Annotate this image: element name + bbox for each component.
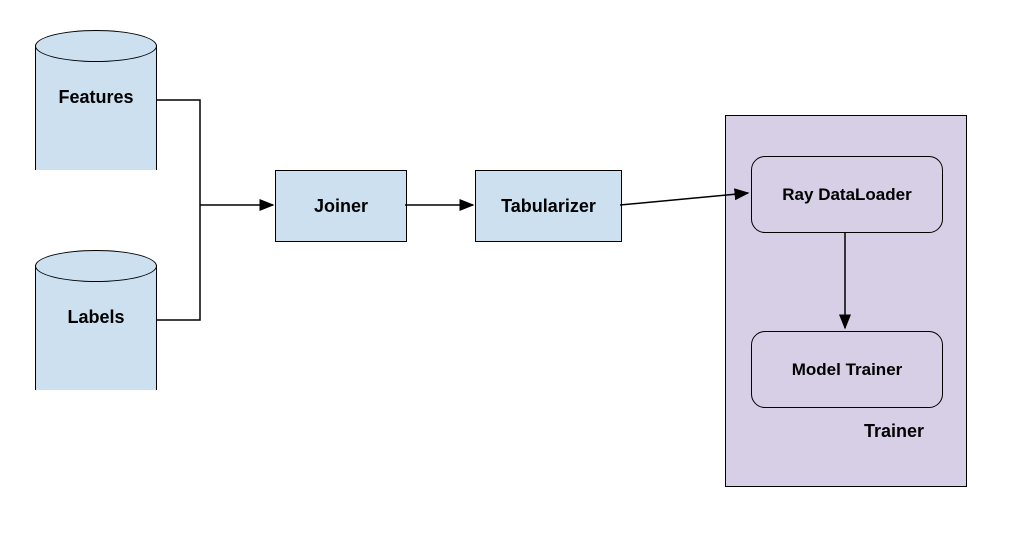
cylinder-top xyxy=(35,30,157,62)
edge-labels-junction xyxy=(157,205,200,320)
diagram-canvas: Features Labels Joiner Tabularizer Ray D… xyxy=(0,0,1024,533)
cylinder-body: Labels xyxy=(35,265,157,390)
labels-label: Labels xyxy=(67,307,124,328)
features-node: Features xyxy=(35,30,155,170)
joiner-node: Joiner xyxy=(275,170,407,242)
joiner-label: Joiner xyxy=(314,196,368,217)
dataloader-label: Ray DataLoader xyxy=(782,185,911,205)
trainer-container: Ray DataLoader Model Trainer Trainer xyxy=(725,115,967,487)
cylinder-top xyxy=(35,250,157,282)
modeltrainer-label: Model Trainer xyxy=(792,360,903,380)
tabularizer-label: Tabularizer xyxy=(501,196,596,217)
cylinder-body: Features xyxy=(35,45,157,170)
modeltrainer-node: Model Trainer xyxy=(751,331,943,408)
tabularizer-node: Tabularizer xyxy=(475,170,622,242)
trainer-container-label: Trainer xyxy=(864,421,924,442)
labels-node: Labels xyxy=(35,250,155,390)
features-label: Features xyxy=(58,87,133,108)
dataloader-node: Ray DataLoader xyxy=(751,156,943,233)
edge-features-junction xyxy=(157,100,200,205)
